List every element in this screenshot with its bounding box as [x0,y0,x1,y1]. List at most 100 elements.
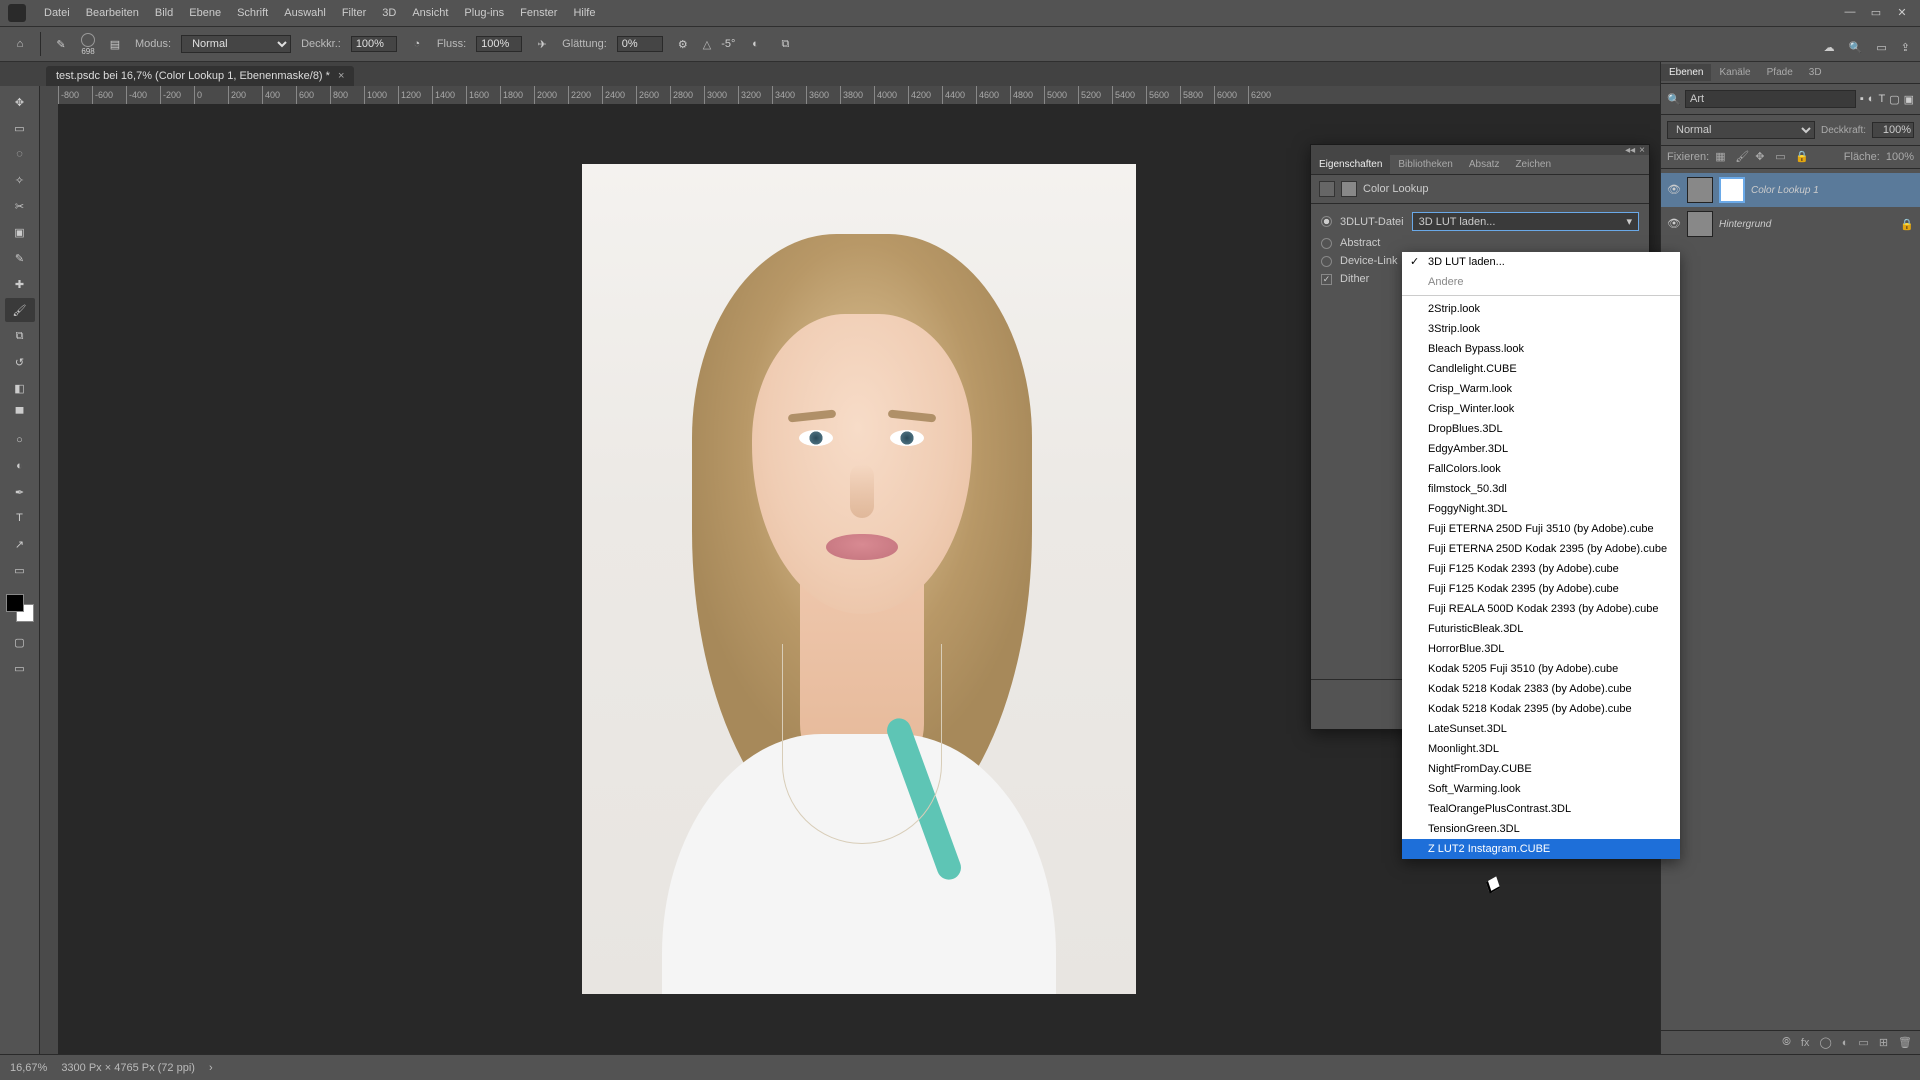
dropdown-item[interactable]: 2Strip.look [1402,299,1680,319]
document-tab[interactable]: test.psdc bei 16,7% (Color Lookup 1, Ebe… [46,66,354,86]
dropdown-item[interactable]: Fuji F125 Kodak 2393 (by Adobe).cube [1402,559,1680,579]
menu-item[interactable]: Ansicht [404,7,456,19]
smoothing-field[interactable]: 0% [617,36,663,52]
group-icon[interactable]: ▭ [1858,1036,1868,1049]
panel-handle[interactable]: ◂◂ × [1311,145,1649,155]
menu-item[interactable]: Auswahl [276,7,334,19]
shape-tool-icon[interactable]: ▭ [5,558,35,582]
share-icon[interactable]: ⇪ [1901,41,1910,54]
search-icon[interactable]: 🔍 [1849,41,1863,54]
gear-icon[interactable]: ⚙ [673,34,693,54]
layer-mask-thumb[interactable] [1719,177,1745,203]
menu-item[interactable]: Fenster [512,7,565,19]
layer-row[interactable]: 👁Color Lookup 1 [1661,173,1920,207]
fill-value[interactable]: 100% [1886,151,1914,163]
chevron-right-icon[interactable]: › [209,1062,213,1074]
dropdown-item[interactable]: Kodak 5218 Kodak 2383 (by Adobe).cube [1402,679,1680,699]
type-tool-icon[interactable]: T [5,506,35,530]
dropdown-item[interactable]: Crisp_Winter.look [1402,399,1680,419]
quickmask-icon[interactable]: ▢ [5,630,35,654]
layer-filter-input[interactable] [1685,90,1856,108]
panel-tab[interactable]: Eigenschaften [1311,155,1390,174]
dropdown-item[interactable]: EdgyAmber.3DL [1402,439,1680,459]
history-brush-icon[interactable]: ↺ [5,350,35,374]
filter-adjust-icon[interactable]: ◐ [1868,93,1875,105]
menu-item[interactable]: Datei [36,7,78,19]
layer-name[interactable]: Hintergrund [1719,219,1894,230]
radio-abstract[interactable] [1321,238,1332,249]
pressure-opacity-icon[interactable]: ◔ [407,34,427,54]
lock-move-icon[interactable]: ✥ [1755,150,1769,164]
checkbox-dither[interactable]: ✓ [1321,274,1332,285]
dropdown-item[interactable]: FoggyNight.3DL [1402,499,1680,519]
dropdown-item[interactable]: FallColors.look [1402,459,1680,479]
panel-tab[interactable]: Bibliotheken [1390,155,1460,174]
healing-tool-icon[interactable]: ✚ [5,272,35,296]
link-icon[interactable]: ⦾ [1782,1036,1791,1049]
panel-tab[interactable]: Absatz [1461,155,1508,174]
dropdown-item[interactable]: Crisp_Warm.look [1402,379,1680,399]
visibility-icon[interactable]: 👁 [1667,183,1681,197]
opacity-value[interactable]: 100% [1872,122,1914,138]
visibility-icon[interactable]: 👁 [1667,217,1681,231]
window-restore-icon[interactable]: ▭ [1866,6,1886,20]
dropdown-item[interactable]: HorrorBlue.3DL [1402,639,1680,659]
panel-tab[interactable]: Kanäle [1711,64,1758,81]
dropdown-item[interactable]: Soft_Warming.look [1402,779,1680,799]
blend-mode-select[interactable]: Normal [181,35,291,53]
lock-paint-icon[interactable]: 🖌 [1735,150,1749,164]
move-tool-icon[interactable]: ✥ [5,90,35,114]
layer-blend-select[interactable]: Normal [1667,121,1815,139]
marquee-tool-icon[interactable]: ▭ [5,116,35,140]
menu-item[interactable]: Plug-ins [456,7,512,19]
dropdown-item[interactable]: Fuji ETERNA 250D Kodak 2395 (by Adobe).c… [1402,539,1680,559]
flow-field[interactable]: 100% [476,36,522,52]
brush-tool-icon[interactable]: ✎ [51,34,71,54]
dropdown-item[interactable]: Fuji F125 Kodak 2395 (by Adobe).cube [1402,579,1680,599]
frame-tool-icon[interactable]: ▣ [5,220,35,244]
filter-pixel-icon[interactable]: ▪ [1860,93,1864,105]
panel-tab[interactable]: Pfade [1759,64,1801,81]
dropdown-item[interactable]: NightFromDay.CUBE [1402,759,1680,779]
menu-item[interactable]: Hilfe [565,7,603,19]
filter-shape-icon[interactable]: ▢ [1889,93,1899,106]
adjustment-icon[interactable]: ◐ [1842,1037,1849,1049]
menu-item[interactable]: Bearbeiten [78,7,147,19]
menu-item[interactable]: Ebene [181,7,229,19]
dropdown-item[interactable]: 3D LUT laden... [1402,252,1680,272]
menu-item[interactable]: Schrift [229,7,276,19]
color-swatch[interactable] [6,594,34,622]
zoom-level[interactable]: 16,67% [10,1062,47,1074]
dropdown-item[interactable]: Moonlight.3DL [1402,739,1680,759]
brush-panel-icon[interactable]: ▤ [105,34,125,54]
home-icon[interactable]: ⌂ [10,34,30,54]
radio-3dlut[interactable] [1321,216,1332,227]
crop-tool-icon[interactable]: ✂ [5,194,35,218]
radio-devicelink[interactable] [1321,256,1332,267]
trash-icon[interactable]: 🗑 [1898,1036,1912,1049]
screenmode-icon[interactable]: ▭ [5,656,35,680]
dropdown-item[interactable]: filmstock_50.3dl [1402,479,1680,499]
filter-smart-icon[interactable]: ▣ [1904,93,1914,106]
new-layer-icon[interactable]: ⊞ [1879,1036,1888,1049]
opacity-field[interactable]: 100% [351,36,397,52]
dropdown-item[interactable]: Andere [1402,272,1680,292]
lasso-tool-icon[interactable]: ◌ [5,142,35,166]
panel-tab[interactable]: Zeichen [1507,155,1559,174]
dropdown-item[interactable]: TensionGreen.3DL [1402,819,1680,839]
dropdown-item[interactable]: 3Strip.look [1402,319,1680,339]
blur-tool-icon[interactable]: ○ [5,428,35,452]
dropdown-item[interactable]: Fuji ETERNA 250D Fuji 3510 (by Adobe).cu… [1402,519,1680,539]
dropdown-item[interactable]: Kodak 5218 Kodak 2395 (by Adobe).cube [1402,699,1680,719]
3dlut-dropdown[interactable]: 3D LUT laden... ▾ [1412,212,1639,231]
path-tool-icon[interactable]: ↗ [5,532,35,556]
menu-item[interactable]: 3D [374,7,404,19]
panel-tab[interactable]: 3D [1801,64,1830,81]
dropdown-item[interactable]: DropBlues.3DL [1402,419,1680,439]
dropdown-item[interactable]: TealOrangePlusContrast.3DL [1402,799,1680,819]
cloud-icon[interactable]: ☁ [1824,41,1835,54]
pen-tool-icon[interactable]: ✒ [5,480,35,504]
pressure-size-icon[interactable]: ◐ [745,34,765,54]
angle-value[interactable]: -5° [721,38,735,50]
fx-icon[interactable]: fx [1801,1037,1810,1049]
